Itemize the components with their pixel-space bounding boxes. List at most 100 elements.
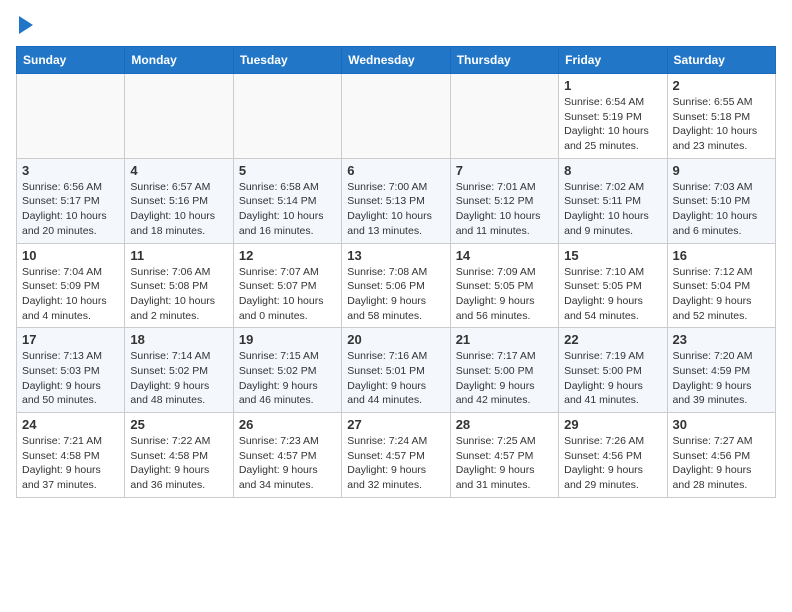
column-header-sunday: Sunday — [17, 47, 125, 74]
calendar-header-row: SundayMondayTuesdayWednesdayThursdayFrid… — [17, 47, 776, 74]
day-info: Sunrise: 7:03 AMSunset: 5:10 PMDaylight:… — [673, 180, 770, 239]
day-number: 18 — [130, 332, 227, 347]
calendar-cell: 9 Sunrise: 7:03 AMSunset: 5:10 PMDaylight… — [667, 158, 775, 243]
day-info: Sunrise: 7:09 AMSunset: 5:05 PMDaylight:… — [456, 265, 553, 324]
day-info: Sunrise: 7:26 AMSunset: 4:56 PMDaylight:… — [564, 434, 661, 493]
column-header-monday: Monday — [125, 47, 233, 74]
day-number: 1 — [564, 78, 661, 93]
day-info: Sunrise: 7:12 AMSunset: 5:04 PMDaylight:… — [673, 265, 770, 324]
day-number: 22 — [564, 332, 661, 347]
day-number: 27 — [347, 417, 444, 432]
day-number: 24 — [22, 417, 119, 432]
day-info: Sunrise: 7:08 AMSunset: 5:06 PMDaylight:… — [347, 265, 444, 324]
day-info: Sunrise: 7:02 AMSunset: 5:11 PMDaylight:… — [564, 180, 661, 239]
day-info: Sunrise: 7:25 AMSunset: 4:57 PMDaylight:… — [456, 434, 553, 493]
day-number: 26 — [239, 417, 336, 432]
calendar-cell: 23Sunrise: 7:20 AMSunset: 4:59 PMDayligh… — [667, 328, 775, 413]
day-number: 12 — [239, 248, 336, 263]
day-info: Sunrise: 7:24 AMSunset: 4:57 PMDaylight:… — [347, 434, 444, 493]
calendar-cell: 27 Sunrise: 7:24 AMSunset: 4:57 PMDayligh… — [342, 413, 450, 498]
calendar-cell: 4 Sunrise: 6:57 AMSunset: 5:16 PMDaylight… — [125, 158, 233, 243]
logo-text — [16, 16, 33, 34]
day-number: 14 — [456, 248, 553, 263]
day-number: 13 — [347, 248, 444, 263]
day-info: Sunrise: 7:13 AMSunset: 5:03 PMDaylight:… — [22, 349, 119, 408]
calendar-cell: 17 Sunrise: 7:13 AMSunset: 5:03 PMDayligh… — [17, 328, 125, 413]
day-info: Sunrise: 7:07 AMSunset: 5:07 PMDaylight:… — [239, 265, 336, 324]
logo-triangle-icon — [19, 16, 33, 34]
calendar-cell — [125, 74, 233, 159]
day-info: Sunrise: 7:19 AMSunset: 5:00 PMDaylight:… — [564, 349, 661, 408]
day-info: Sunrise: 7:14 AMSunset: 5:02 PMDaylight:… — [130, 349, 227, 408]
day-info: Sunrise: 7:00 AMSunset: 5:13 PMDaylight:… — [347, 180, 444, 239]
calendar-cell: 11 Sunrise: 7:06 AMSunset: 5:08 PMDayligh… — [125, 243, 233, 328]
calendar-cell: 3Sunrise: 6:56 AMSunset: 5:17 PMDaylight… — [17, 158, 125, 243]
calendar-cell: 6 Sunrise: 7:00 AMSunset: 5:13 PMDaylight… — [342, 158, 450, 243]
day-number: 2 — [673, 78, 770, 93]
day-info: Sunrise: 7:23 AMSunset: 4:57 PMDaylight:… — [239, 434, 336, 493]
column-header-friday: Friday — [559, 47, 667, 74]
day-number: 15 — [564, 248, 661, 263]
day-number: 29 — [564, 417, 661, 432]
calendar-cell: 16Sunrise: 7:12 AMSunset: 5:04 PMDayligh… — [667, 243, 775, 328]
day-number: 30 — [673, 417, 770, 432]
day-info: Sunrise: 7:15 AMSunset: 5:02 PMDaylight:… — [239, 349, 336, 408]
day-info: Sunrise: 7:22 AMSunset: 4:58 PMDaylight:… — [130, 434, 227, 493]
calendar-cell — [17, 74, 125, 159]
column-header-saturday: Saturday — [667, 47, 775, 74]
calendar-cell: 22 Sunrise: 7:19 AMSunset: 5:00 PMDayligh… — [559, 328, 667, 413]
day-info: Sunrise: 7:10 AMSunset: 5:05 PMDaylight:… — [564, 265, 661, 324]
day-number: 28 — [456, 417, 553, 432]
calendar-cell: 18 Sunrise: 7:14 AMSunset: 5:02 PMDayligh… — [125, 328, 233, 413]
day-info: Sunrise: 7:17 AMSunset: 5:00 PMDaylight:… — [456, 349, 553, 408]
column-header-thursday: Thursday — [450, 47, 558, 74]
calendar-cell: 30 Sunrise: 7:27 AMSunset: 4:56 PMDayligh… — [667, 413, 775, 498]
day-number: 9 — [673, 163, 770, 178]
day-number: 8 — [564, 163, 661, 178]
calendar-week-4: 17 Sunrise: 7:13 AMSunset: 5:03 PMDayligh… — [17, 328, 776, 413]
page-header — [16, 16, 776, 34]
day-number: 10 — [22, 248, 119, 263]
calendar-cell: 19 Sunrise: 7:15 AMSunset: 5:02 PMDayligh… — [233, 328, 341, 413]
calendar-cell: 26 Sunrise: 7:23 AMSunset: 4:57 PMDayligh… — [233, 413, 341, 498]
calendar-cell: 29 Sunrise: 7:26 AMSunset: 4:56 PMDayligh… — [559, 413, 667, 498]
day-info: Sunrise: 6:56 AMSunset: 5:17 PMDaylight:… — [22, 180, 119, 239]
day-number: 4 — [130, 163, 227, 178]
logo — [16, 16, 33, 34]
day-number: 5 — [239, 163, 336, 178]
calendar-cell: 2Sunrise: 6:55 AMSunset: 5:18 PMDaylight… — [667, 74, 775, 159]
calendar-cell: 10Sunrise: 7:04 AMSunset: 5:09 PMDayligh… — [17, 243, 125, 328]
calendar-cell — [342, 74, 450, 159]
calendar-cell: 7Sunrise: 7:01 AMSunset: 5:12 PMDaylight… — [450, 158, 558, 243]
day-info: Sunrise: 6:54 AMSunset: 5:19 PMDaylight:… — [564, 95, 661, 154]
day-info: Sunrise: 7:21 AMSunset: 4:58 PMDaylight:… — [22, 434, 119, 493]
day-info: Sunrise: 7:06 AMSunset: 5:08 PMDaylight:… — [130, 265, 227, 324]
day-info: Sunrise: 7:16 AMSunset: 5:01 PMDaylight:… — [347, 349, 444, 408]
day-info: Sunrise: 7:01 AMSunset: 5:12 PMDaylight:… — [456, 180, 553, 239]
column-header-tuesday: Tuesday — [233, 47, 341, 74]
day-number: 23 — [673, 332, 770, 347]
day-number: 21 — [456, 332, 553, 347]
day-number: 20 — [347, 332, 444, 347]
day-number: 11 — [130, 248, 227, 263]
column-header-wednesday: Wednesday — [342, 47, 450, 74]
day-info: Sunrise: 7:27 AMSunset: 4:56 PMDaylight:… — [673, 434, 770, 493]
calendar-cell: 28 Sunrise: 7:25 AMSunset: 4:57 PMDayligh… — [450, 413, 558, 498]
calendar-cell: 21 Sunrise: 7:17 AMSunset: 5:00 PMDayligh… — [450, 328, 558, 413]
day-number: 19 — [239, 332, 336, 347]
day-number: 25 — [130, 417, 227, 432]
calendar-cell: 14 Sunrise: 7:09 AMSunset: 5:05 PMDayligh… — [450, 243, 558, 328]
calendar-cell: 8 Sunrise: 7:02 AMSunset: 5:11 PMDaylight… — [559, 158, 667, 243]
calendar-cell: 20 Sunrise: 7:16 AMSunset: 5:01 PMDayligh… — [342, 328, 450, 413]
calendar-cell: 5Sunrise: 6:58 AMSunset: 5:14 PMDaylight… — [233, 158, 341, 243]
calendar-cell: 15 Sunrise: 7:10 AMSunset: 5:05 PMDayligh… — [559, 243, 667, 328]
calendar-week-3: 10Sunrise: 7:04 AMSunset: 5:09 PMDayligh… — [17, 243, 776, 328]
day-number: 17 — [22, 332, 119, 347]
day-number: 6 — [347, 163, 444, 178]
calendar-week-5: 24 Sunrise: 7:21 AMSunset: 4:58 PMDayligh… — [17, 413, 776, 498]
calendar-cell: 1 Sunrise: 6:54 AMSunset: 5:19 PMDaylight… — [559, 74, 667, 159]
day-info: Sunrise: 6:57 AMSunset: 5:16 PMDaylight:… — [130, 180, 227, 239]
calendar-table: SundayMondayTuesdayWednesdayThursdayFrid… — [16, 46, 776, 498]
calendar-cell — [450, 74, 558, 159]
calendar-cell: 24 Sunrise: 7:21 AMSunset: 4:58 PMDayligh… — [17, 413, 125, 498]
